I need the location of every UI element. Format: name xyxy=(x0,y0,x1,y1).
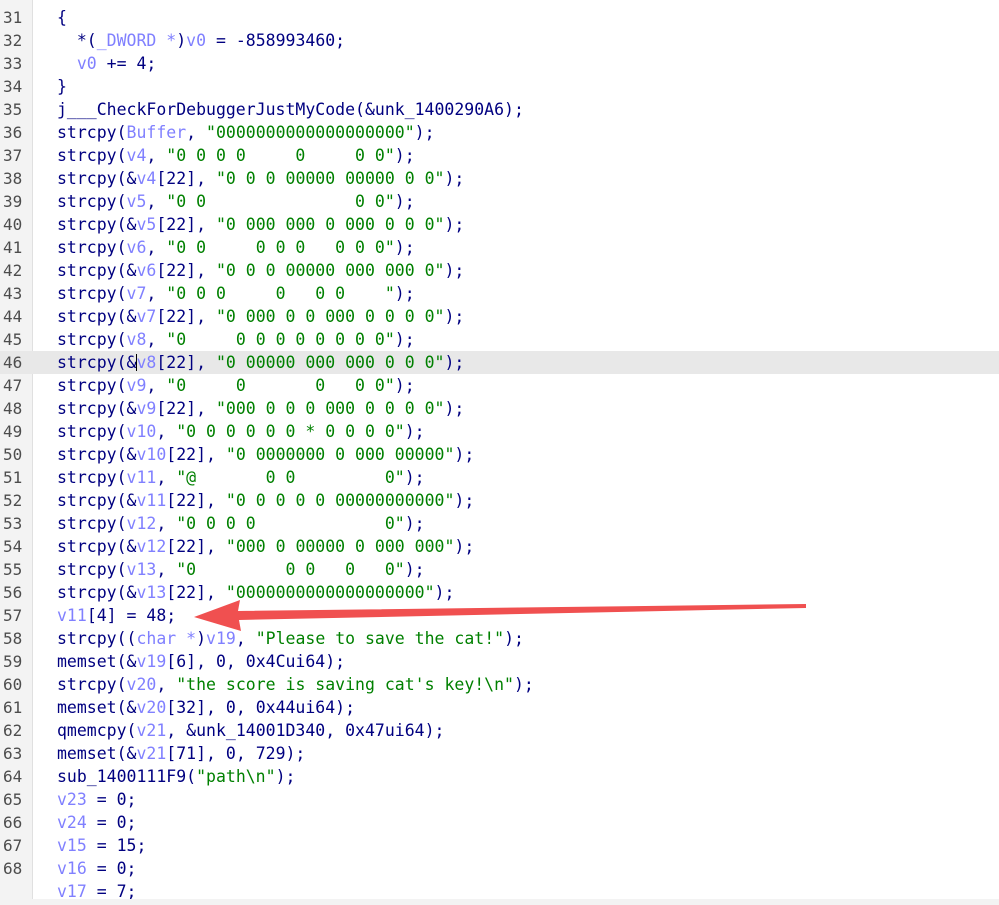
arrow-icon xyxy=(194,600,806,631)
red-arrow-annotation xyxy=(194,600,806,631)
bottom-edge xyxy=(0,899,999,905)
code-editor[interactable]: 31{32 *(_DWORD *)v0 = -858993460; 33 v0 +… xyxy=(0,0,999,905)
